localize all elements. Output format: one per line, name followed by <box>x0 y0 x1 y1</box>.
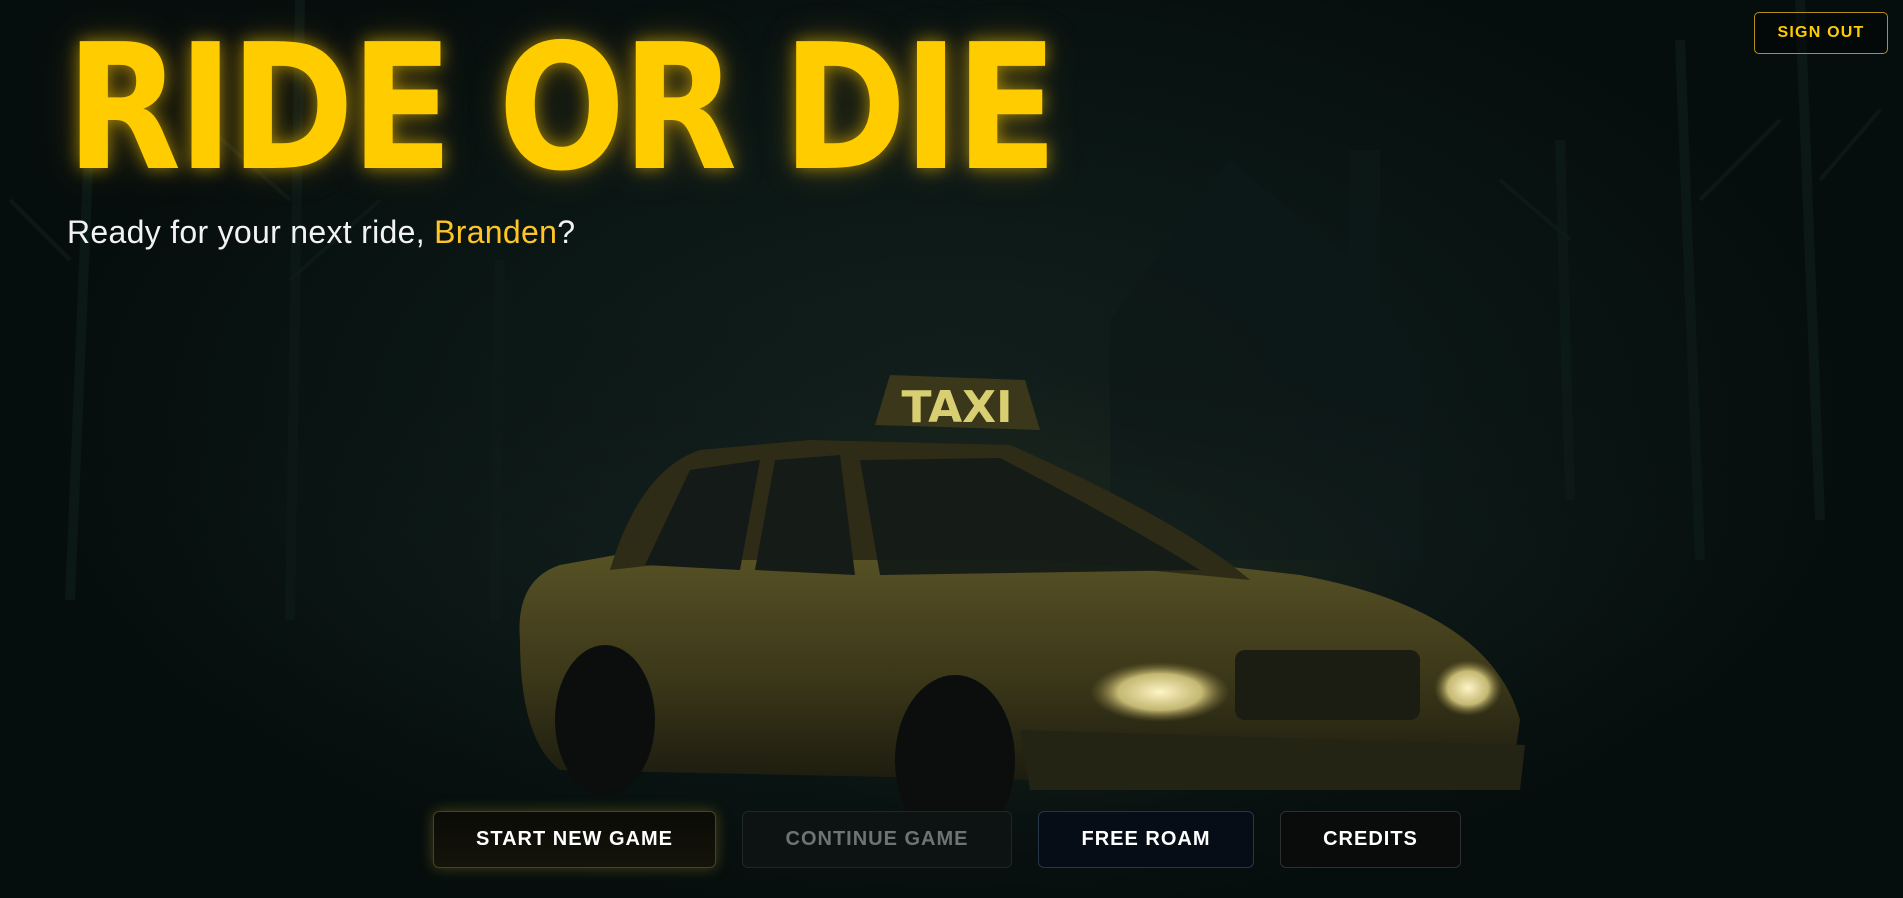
credits-button[interactable]: CREDITS <box>1280 811 1461 868</box>
greeting: Ready for your next ride, Branden? <box>67 214 575 251</box>
greeting-suffix: ? <box>557 214 576 250</box>
free-roam-button[interactable]: FREE ROAM <box>1038 811 1254 868</box>
greeting-prefix: Ready for your next ride, <box>67 214 435 250</box>
player-name: Branden <box>434 214 558 250</box>
taxi-sign-text: TAXI <box>902 382 1013 433</box>
continue-game-button[interactable]: CONTINUE GAME <box>742 811 1012 868</box>
game-title: RIDE OR DIE <box>66 7 1058 210</box>
start-new-game-button[interactable]: START NEW GAME <box>433 811 716 868</box>
sign-out-button[interactable]: SIGN OUT <box>1754 12 1888 54</box>
